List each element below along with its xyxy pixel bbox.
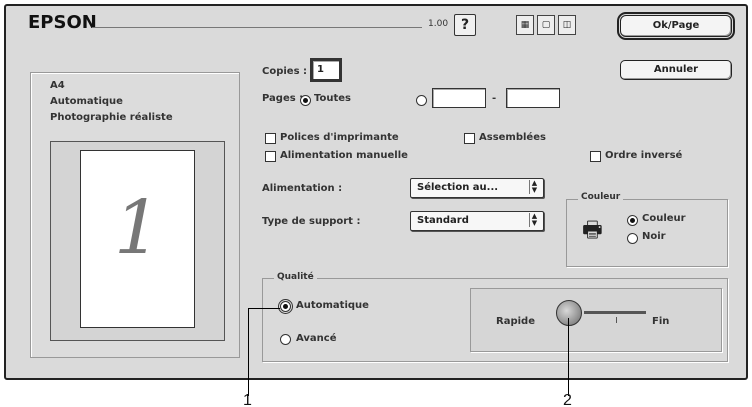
speed-label: Rapide (496, 316, 535, 327)
select-arrows-icon: ▲ ▼ (529, 213, 539, 227)
cancel-button[interactable]: Annuler (620, 60, 732, 80)
slider-tick (616, 317, 617, 323)
callout-line-2 (568, 318, 569, 396)
pages-to-input[interactable] (506, 88, 560, 108)
pages-all-label: Toutes (314, 93, 351, 104)
black-radio[interactable] (627, 233, 638, 244)
pages-from-input[interactable] (432, 88, 486, 108)
media-type-select[interactable]: Standard ▲ ▼ (410, 211, 544, 231)
color-group-title: Couleur (578, 192, 624, 202)
manual-feed-checkbox[interactable] (265, 151, 276, 162)
version-label: 1.00 (428, 19, 449, 29)
reverse-order-label: Ordre inversé (605, 150, 683, 161)
select-arrows-icon: ▲ ▼ (529, 180, 539, 194)
collate-checkbox[interactable] (464, 133, 475, 144)
quality-slider-track[interactable] (584, 311, 646, 314)
callout-number-1: 1 (243, 392, 252, 407)
copies-input[interactable]: 1 (310, 58, 342, 82)
media-type-select-value: Standard (417, 215, 469, 226)
pages-label: Pages : (262, 93, 304, 104)
collate-label: Assemblées (479, 132, 546, 143)
printer-fonts-checkbox[interactable] (265, 133, 276, 144)
quality-group-title: Qualité (274, 272, 317, 282)
feed-select-value: Sélection au... (417, 182, 499, 193)
zoom-icon[interactable]: ◫ (558, 15, 576, 35)
color-option-label: Couleur (642, 213, 686, 224)
summary-mode: Automatique (50, 96, 123, 107)
manual-feed-label: Alimentation manuelle (280, 150, 408, 161)
preview-page-number: 1 (113, 185, 162, 271)
pages-all-radio[interactable] (300, 95, 311, 106)
help-button[interactable]: ? (454, 14, 476, 36)
black-option-label: Noir (642, 231, 666, 242)
quality-auto-radio[interactable] (278, 299, 293, 314)
summary-media: Photographie réaliste (50, 112, 173, 123)
reverse-order-checkbox[interactable] (590, 151, 601, 162)
feed-select[interactable]: Sélection au... ▲ ▼ (410, 178, 544, 198)
print-button[interactable]: Ok/Page (617, 12, 735, 40)
callout-line-1-vertical (248, 308, 249, 396)
color-radio[interactable] (627, 215, 638, 226)
quality-slider-knob[interactable] (556, 300, 582, 326)
copies-label: Copies : (262, 66, 308, 77)
quality-advanced-radio[interactable] (280, 334, 291, 345)
title-divider (92, 27, 422, 28)
callout-line-1 (248, 308, 280, 309)
pages-range-radio[interactable] (416, 95, 427, 106)
epson-logo: EPSON (28, 12, 97, 33)
fine-label: Fin (652, 316, 670, 327)
page-icon[interactable]: ▢ (537, 15, 555, 35)
quality-auto-label: Automatique (296, 300, 369, 311)
pages-dash: - (492, 93, 497, 104)
quality-advanced-label: Avancé (296, 333, 337, 344)
printer-fonts-label: Polices d'imprimante (280, 132, 399, 143)
summary-paper-size: A4 (50, 80, 65, 91)
layout-icon[interactable]: ▦ (516, 15, 534, 35)
media-type-label: Type de support : (262, 216, 361, 227)
ink-cartridge-icon: 🖶 (582, 218, 603, 243)
callout-number-2: 2 (563, 392, 572, 407)
feed-label: Alimentation : (262, 183, 343, 194)
